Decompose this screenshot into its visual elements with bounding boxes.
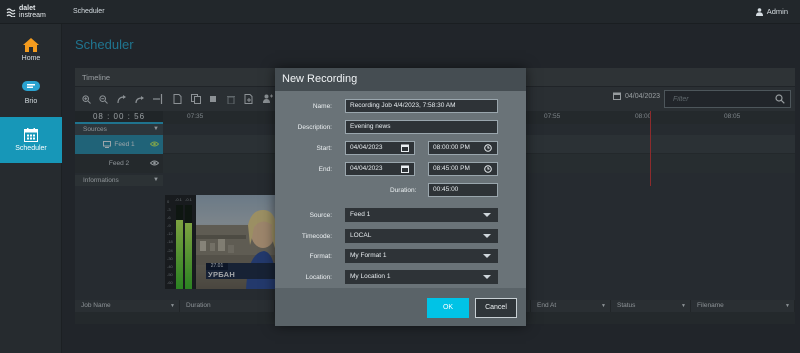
- nav-scheduler-label: Scheduler: [15, 145, 47, 152]
- start-time-field[interactable]: 08:00:00 PM: [428, 141, 498, 155]
- chevron-down-icon: [483, 275, 491, 279]
- name-label: Name:: [312, 103, 332, 110]
- app-title: Scheduler: [73, 8, 105, 15]
- logo-mark-icon: [6, 8, 16, 17]
- format-label: Format:: [309, 253, 332, 260]
- chevron-down-icon: [483, 254, 491, 258]
- user-name: Admin: [766, 7, 788, 16]
- timecode-label: Timecode:: [301, 233, 332, 240]
- duration-field[interactable]: 00:45:00: [428, 183, 498, 197]
- calendar-icon: [24, 128, 38, 142]
- chevron-down-icon: [483, 234, 491, 238]
- calendar-small-icon[interactable]: [401, 165, 409, 173]
- dalet-logo[interactable]: dalet instream: [6, 4, 64, 20]
- nav-item-scheduler[interactable]: Scheduler: [0, 117, 62, 163]
- source-label: Source:: [309, 212, 332, 219]
- start-label: Start:: [316, 145, 332, 152]
- cancel-button[interactable]: Cancel: [475, 298, 517, 318]
- location-select[interactable]: My Location 1: [345, 270, 498, 284]
- user-icon: [755, 7, 763, 16]
- nav-brio-label: Brio: [24, 98, 38, 105]
- name-field[interactable]: Recording Job 4/4/2023, 7:58:30 AM: [345, 99, 498, 113]
- dialog-title: New Recording: [275, 68, 526, 91]
- nav-home-label: Home: [21, 55, 41, 62]
- end-label: End:: [318, 166, 332, 173]
- logo-line-1: dalet: [19, 5, 36, 12]
- nav-item-brio[interactable]: Brio: [0, 81, 62, 119]
- end-date-field[interactable]: 04/04/2023: [345, 162, 415, 176]
- left-nav: Home Brio Scheduler: [0, 24, 62, 353]
- clock-icon[interactable]: [484, 144, 492, 152]
- home-icon: [23, 38, 39, 52]
- chevron-down-icon: [483, 213, 491, 217]
- nav-item-home[interactable]: Home: [0, 38, 62, 72]
- dialog-body: Name: Recording Job 4/4/2023, 7:58:30 AM…: [275, 91, 526, 288]
- logo-line-2: instream: [19, 12, 46, 19]
- description-label: Description:: [297, 124, 332, 131]
- format-select[interactable]: My Format 1: [345, 249, 498, 263]
- end-time-field[interactable]: 08:45:00 PM: [428, 162, 498, 176]
- start-date-field[interactable]: 04/04/2023: [345, 141, 415, 155]
- timecode-select[interactable]: LOCAL: [345, 229, 498, 243]
- calendar-small-icon[interactable]: [401, 144, 409, 152]
- source-select[interactable]: Feed 1: [345, 208, 498, 222]
- new-recording-dialog: New Recording Name: Recording Job 4/4/20…: [275, 68, 526, 326]
- duration-label: Duration:: [390, 187, 417, 194]
- description-field[interactable]: Evening news: [345, 120, 498, 134]
- ok-button[interactable]: OK: [427, 298, 469, 318]
- user-menu[interactable]: Admin: [755, 7, 788, 16]
- location-label: Location:: [305, 274, 332, 281]
- brio-icon: [22, 81, 40, 91]
- clock-icon[interactable]: [484, 165, 492, 173]
- top-bar: dalet instream Scheduler Admin: [0, 0, 800, 24]
